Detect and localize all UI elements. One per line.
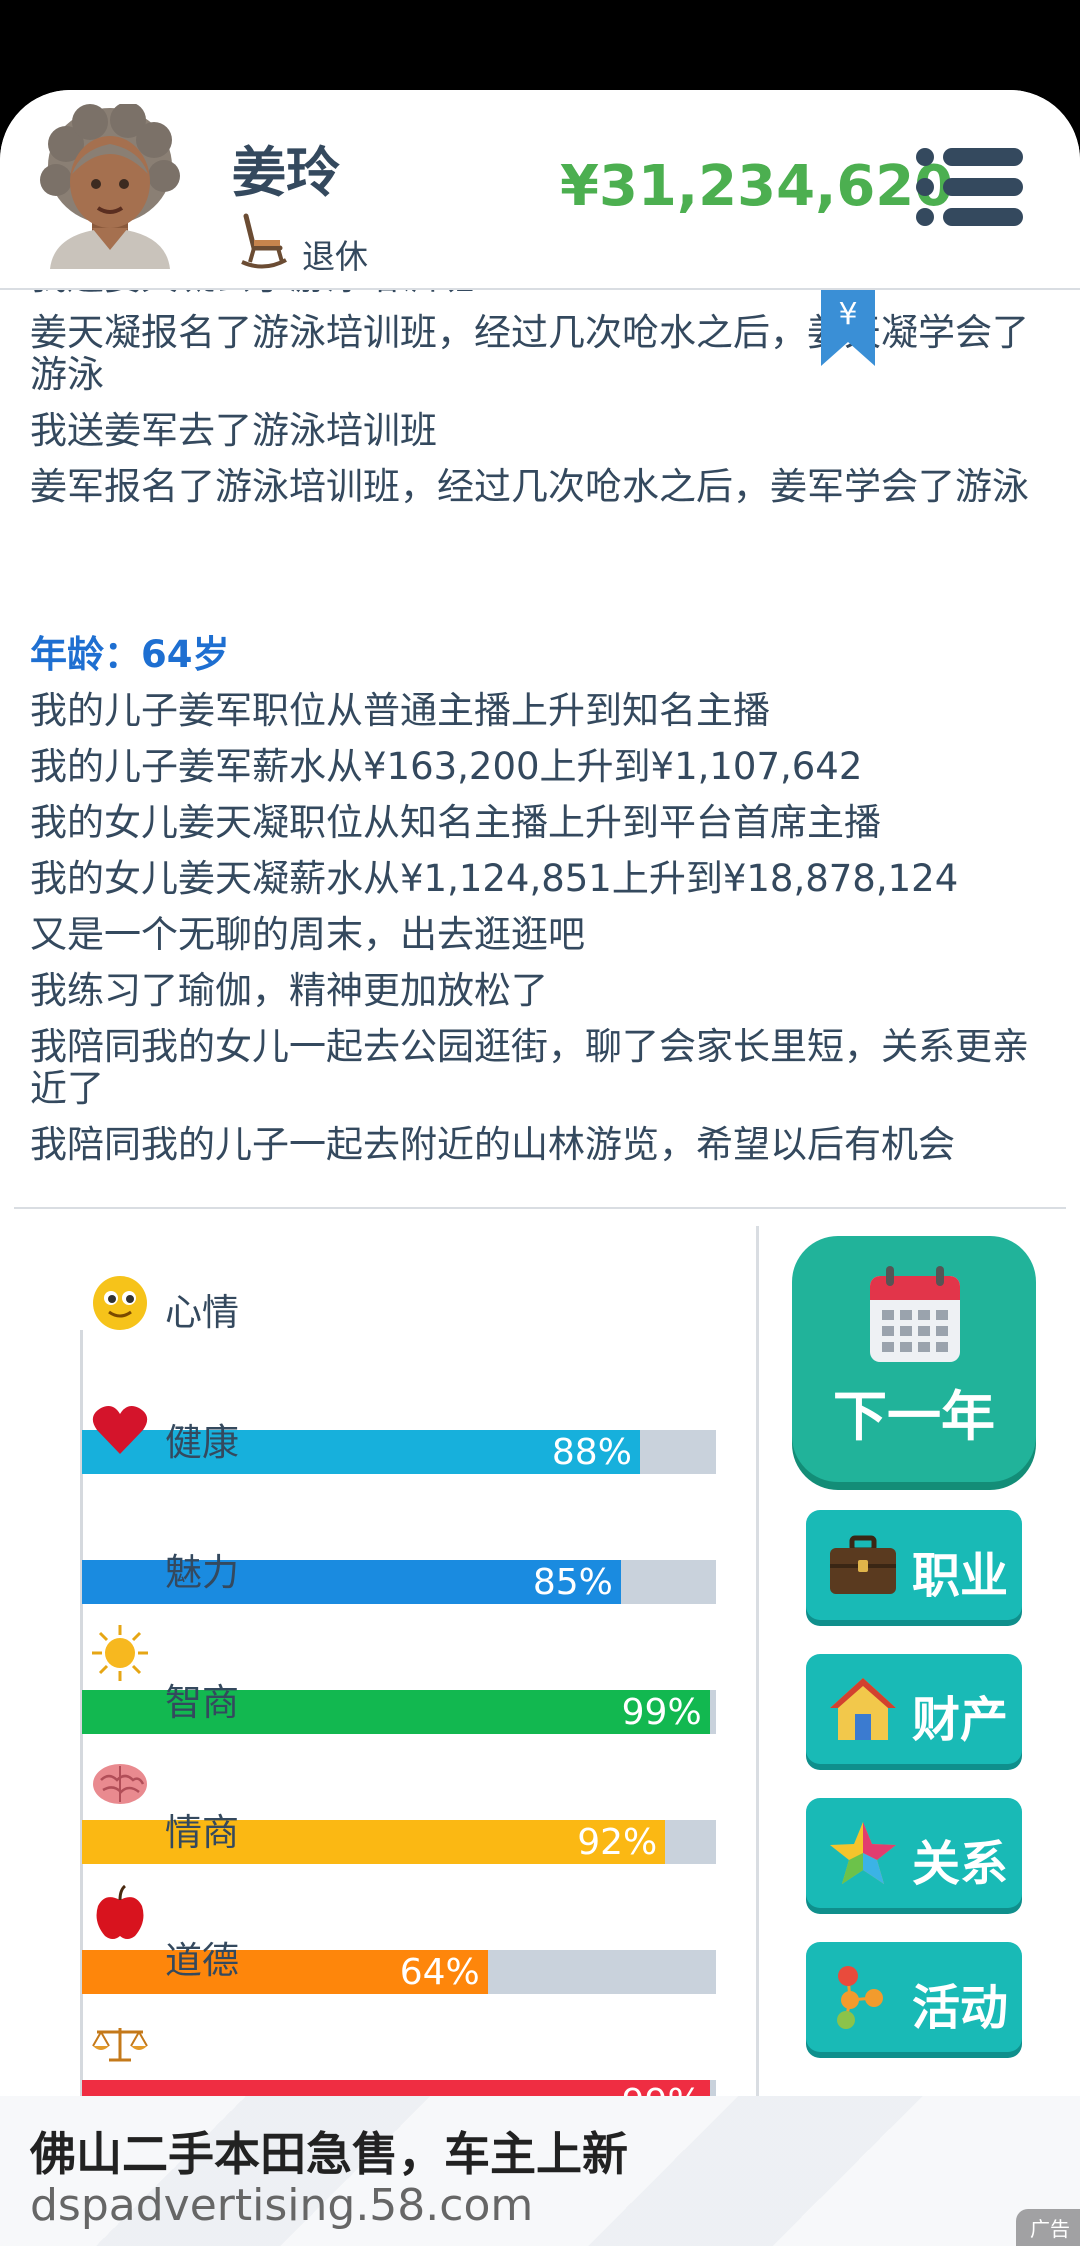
stat-value: 88%	[551, 1432, 632, 1473]
money-balance: ¥31,234,620	[560, 154, 954, 219]
log-line: 姜军报名了游泳培训班，经过几次呛水之后，姜军学会了游泳	[30, 465, 1029, 508]
apple-icon	[96, 1884, 144, 1939]
stat-label: 心情	[165, 1291, 239, 1334]
stat-label: 道德	[165, 1939, 239, 1982]
relations-label: 关系	[912, 1836, 1009, 1892]
status-bar	[0, 0, 1080, 90]
log-line: 我送姜军去了游泳培训班	[30, 409, 437, 452]
age-heading: 年龄：64岁	[30, 633, 230, 676]
event-log[interactable]: 我送姜天凝去了游泳培训班 姜天凝报名了游泳培训班，经过几次呛水之后，姜天凝学会了…	[0, 290, 1080, 1288]
stat-bar-fill: 64%	[82, 1950, 488, 1994]
ad-banner[interactable]: 佛山二手本田急售，车主上新 dspadvertising.58.com 广告	[0, 2096, 1080, 2246]
log-line: 姜天凝报名了游泳培训班，经过几次呛水之后，姜天凝学会了游泳	[30, 311, 1029, 396]
log-line: 我陪同我的女儿一起去公园逛街，聊了会家长里短，关系更亲近了	[30, 1025, 1029, 1110]
stat-label: 情商	[165, 1811, 239, 1854]
stat-value: 85%	[532, 1562, 613, 1603]
money-bookmark-icon[interactable]: ¥	[821, 290, 875, 366]
scales-icon	[92, 2028, 148, 2062]
next-year-label: 下一年	[833, 1385, 995, 1448]
avatar[interactable]	[40, 104, 180, 269]
calendar-icon	[870, 1266, 960, 1362]
property-button[interactable]: 财产	[806, 1654, 1022, 1764]
stat-bar-fill: 85%	[82, 1560, 621, 1604]
sun-icon	[92, 1625, 148, 1681]
log-line: 我陪同我的儿子一起去附近的山林游览，希望以后有机会	[30, 1123, 955, 1166]
property-label: 财产	[912, 1692, 1009, 1748]
log-line: 我的儿子姜军职位从普通主播上升到知名主播	[30, 689, 770, 732]
event-log-content: 我送姜天凝去了游泳培训班 姜天凝报名了游泳培训班，经过几次呛水之后，姜天凝学会了…	[30, 290, 1040, 1180]
log-divider	[14, 1207, 1066, 1209]
stat-value: 64%	[399, 1952, 480, 1993]
ad-title: 佛山二手本田急售，车主上新	[30, 2127, 628, 2181]
stat-label: 魅力	[165, 1551, 239, 1594]
star-icon	[830, 1822, 896, 1884]
stat-label: 智商	[165, 1681, 239, 1724]
briefcase-icon	[830, 1535, 896, 1594]
next-year-button[interactable]: 下一年	[792, 1236, 1036, 1482]
activities-button[interactable]: 活动	[806, 1942, 1022, 2052]
log-line: 我的女儿姜天凝薪水从¥1,124,851上升到¥18,878,124	[30, 857, 959, 900]
career-button[interactable]: 职业	[806, 1510, 1022, 1620]
app-screen: 姜玲 退休 ¥31,234,620 我送姜天凝去了游泳培训班 姜天凝报名了游泳培…	[0, 90, 1080, 2246]
log-line: 我的女儿姜天凝职位从知名主播上升到平台首席主播	[30, 801, 881, 844]
bookmark-symbol: ¥	[838, 297, 857, 332]
relations-button[interactable]: 关系	[806, 1798, 1022, 1908]
house-icon	[830, 1678, 896, 1740]
heart-icon	[92, 1406, 148, 1454]
ad-url: dspadvertising.58.com	[30, 2180, 534, 2231]
stat-label: 健康	[165, 1421, 239, 1464]
activity-dots-icon	[837, 1966, 883, 2029]
log-line: 我送姜天凝去了游泳培训班	[30, 290, 1040, 298]
profile-header: 姜玲 退休 ¥31,234,620	[0, 90, 1080, 290]
smiley-icon	[93, 1276, 147, 1330]
status-label: 退休	[302, 237, 368, 276]
menu-icon[interactable]	[915, 146, 1025, 228]
rocking-chair-icon	[241, 213, 287, 269]
ad-badge: 广告	[1016, 2209, 1080, 2246]
panel-separator	[756, 1226, 759, 2164]
brain-icon	[93, 1764, 147, 1804]
log-line: 我练习了瑜伽，精神更加放松了	[30, 969, 548, 1012]
log-line: 又是一个无聊的周末，出去逛逛吧	[30, 913, 585, 956]
activities-label: 活动	[912, 1980, 1009, 2036]
stat-value: 99%	[621, 1692, 702, 1733]
career-label: 职业	[912, 1548, 1009, 1604]
log-line: 我的儿子姜军薪水从¥163,200上升到¥1,107,642	[30, 745, 863, 788]
stat-value: 92%	[577, 1822, 658, 1863]
player-name: 姜玲	[232, 141, 340, 204]
